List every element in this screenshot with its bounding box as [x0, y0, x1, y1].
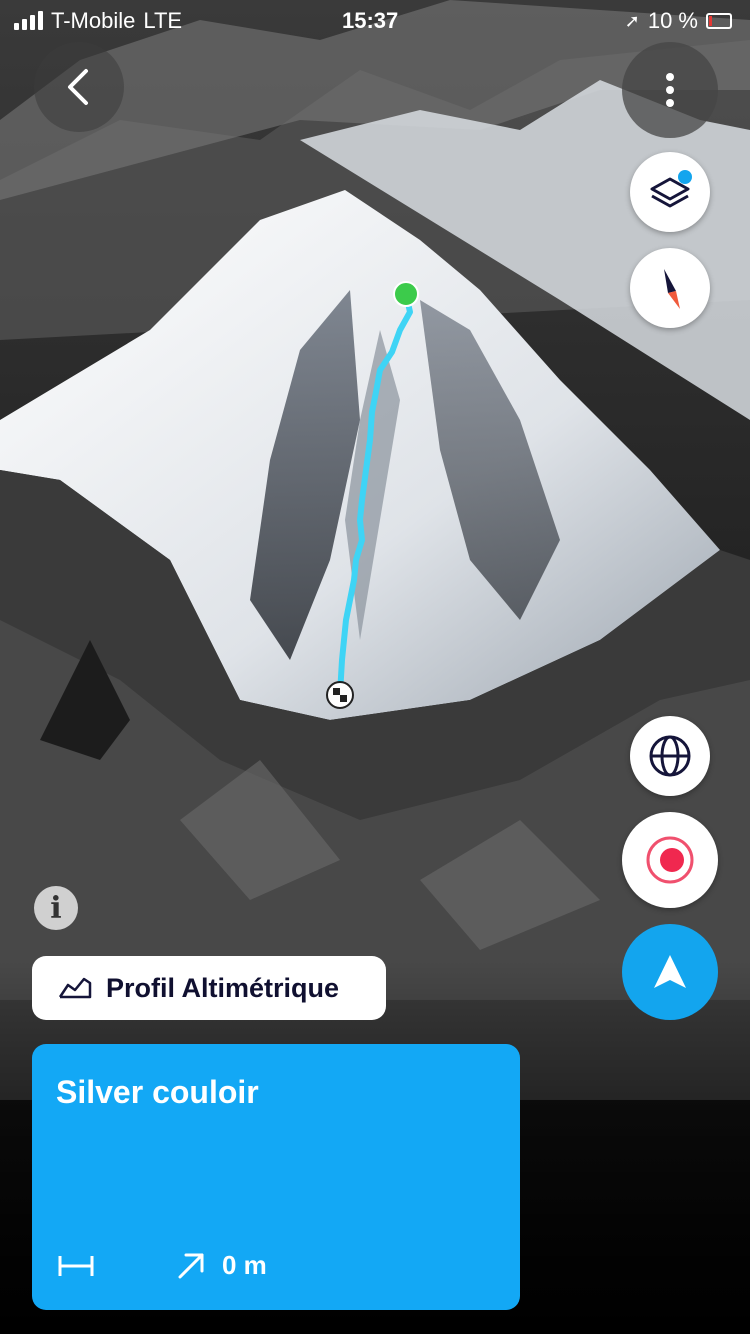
3d-view-button[interactable] — [630, 716, 710, 796]
status-bar: T-Mobile LTE 15:37 ➚ 10 % — [0, 0, 750, 40]
distance-icon — [58, 1255, 94, 1276]
elevation-profile-label: Profil Altimétrique — [106, 972, 340, 1003]
more-options-button[interactable] — [622, 42, 718, 138]
battery-icon — [706, 13, 732, 29]
elevation-profile-button[interactable]: Profil Altimétrique — [32, 956, 386, 1020]
battery-percent: 10 % — [647, 8, 698, 33]
more-icon — [666, 73, 674, 107]
info-button[interactable]: i — [34, 886, 78, 930]
locate-arrow-icon — [654, 955, 686, 988]
record-button[interactable] — [622, 812, 718, 908]
locate-me-button[interactable] — [622, 924, 718, 1020]
layers-icon — [650, 170, 692, 208]
carrier-label: T-Mobile — [51, 8, 136, 33]
signal-icon — [14, 11, 43, 30]
location-arrow-icon: ➚ — [624, 10, 640, 31]
route-name: Silver couloir — [56, 1074, 259, 1110]
network-label: LTE — [143, 8, 183, 33]
elevation-gain-value: 0 m — [222, 1250, 267, 1280]
record-icon — [646, 836, 694, 884]
back-button[interactable] — [34, 42, 124, 132]
compass-button[interactable] — [630, 248, 710, 328]
back-icon — [68, 69, 88, 105]
compass-icon — [664, 269, 680, 309]
globe-icon — [649, 735, 691, 777]
clock: 15:37 — [342, 8, 399, 33]
layers-button[interactable] — [630, 152, 710, 232]
route-card[interactable]: Silver couloir 0 m — [32, 1044, 520, 1310]
start-marker — [393, 281, 419, 307]
finish-marker — [326, 681, 354, 709]
info-icon: i — [50, 890, 62, 926]
elevation-profile-icon — [58, 977, 92, 999]
elevation-gain-icon — [178, 1253, 204, 1278]
route-stats: 0 m — [56, 1250, 267, 1281]
